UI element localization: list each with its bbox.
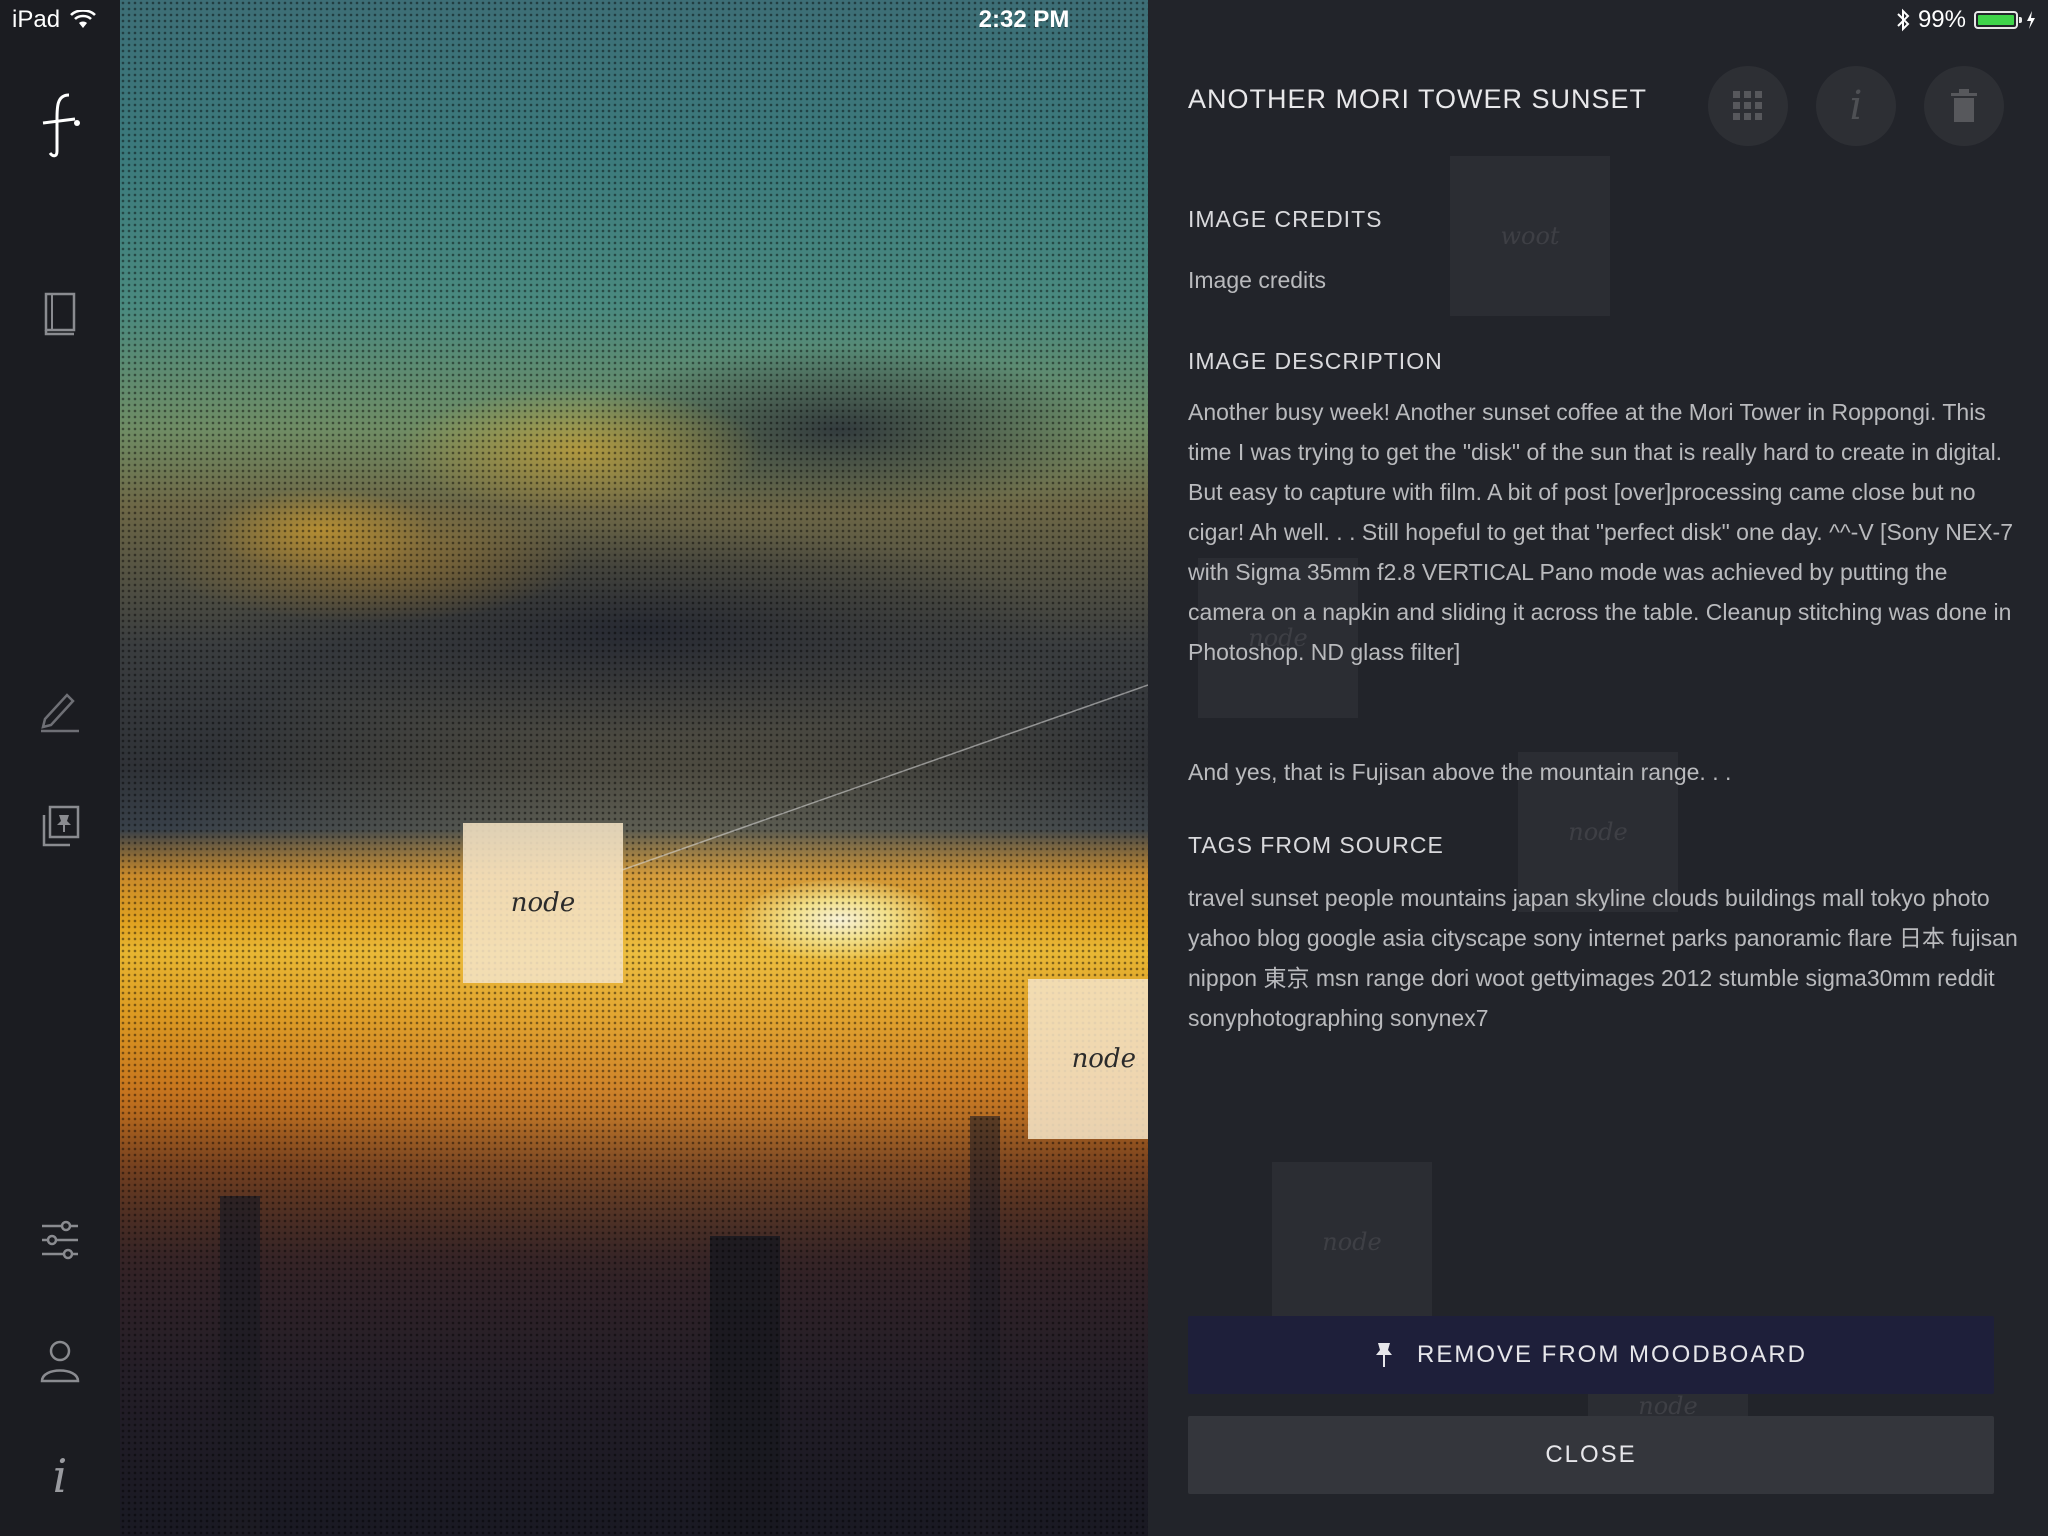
grid-button[interactable]: [1708, 66, 1788, 146]
sliders-glyph: [42, 1220, 78, 1260]
remove-button-label: REMOVE FROM MOODBOARD: [1416, 1341, 1807, 1368]
node-label: node: [510, 888, 576, 918]
pencil-icon[interactable]: [30, 680, 90, 740]
pin-icon: [1375, 1343, 1392, 1367]
fork-logo-icon[interactable]: [30, 93, 90, 158]
description-text: Another busy week! Another sunset coffee…: [1188, 399, 2014, 665]
image-details-panel: woot node node node node i ANOTHER MORI …: [1148, 0, 2048, 1536]
tags-heading: TAGS FROM SOURCE: [1188, 832, 1444, 858]
info-icon: i: [1849, 83, 1863, 129]
book-glyph: [44, 292, 76, 336]
info-icon[interactable]: i: [30, 1446, 90, 1506]
credits-heading: IMAGE CREDITS: [1188, 206, 1383, 232]
node-card[interactable]: node: [1028, 979, 1148, 1139]
ghost-node-label: node: [1322, 1228, 1382, 1256]
status-time: 2:32 PM: [978, 6, 1070, 33]
ghost-node-label: node: [1568, 818, 1628, 846]
ghost-node-label: woot: [1500, 222, 1560, 250]
photo-dot-overlay: [120, 0, 1148, 1536]
pinned-stack-icon[interactable]: [30, 796, 90, 856]
node-label: node: [1071, 1044, 1136, 1074]
tags-list: travel sunset people mountains japan sky…: [1188, 885, 2018, 1031]
image-title: ANOTHER MORI TOWER SUNSET: [1188, 84, 1648, 114]
battery-icon: [1974, 11, 2022, 29]
book-icon[interactable]: [30, 284, 90, 344]
user-glyph: [40, 1340, 80, 1383]
battery-fill: [1978, 15, 2014, 25]
pinned-stack-glyph: [42, 805, 80, 847]
description-heading: IMAGE DESCRIPTION: [1188, 348, 1443, 374]
trash-icon: [1951, 89, 1977, 122]
sliders-icon[interactable]: [30, 1210, 90, 1270]
remove-from-moodboard-button[interactable]: REMOVE FROM MOODBOARD: [1188, 1316, 1994, 1394]
ghost-node: node: [1272, 1162, 1432, 1322]
close-button[interactable]: CLOSE: [1188, 1416, 1994, 1494]
bluetooth-icon: [1897, 8, 1910, 32]
info-button[interactable]: i: [1816, 66, 1896, 146]
photo-view: [120, 0, 1148, 1536]
status-bar: iPad 2:32 PM 99%: [0, 0, 2048, 40]
grid-icon: [1733, 91, 1762, 120]
battery-percent: 99%: [1917, 6, 1966, 33]
description-footnote: And yes, that is Fujisan above the mount…: [1188, 759, 1732, 785]
trash-button[interactable]: [1924, 66, 2004, 146]
node-card[interactable]: node: [463, 823, 623, 983]
credits-value: Image credits: [1188, 267, 1327, 293]
user-icon[interactable]: [30, 1330, 90, 1390]
nav-rail: i: [0, 0, 120, 1536]
fork-logo-glyph: [42, 93, 80, 158]
battery-tip: [2019, 17, 2022, 23]
close-button-label: CLOSE: [1545, 1441, 1637, 1468]
pencil-glyph: [41, 693, 79, 733]
charging-icon: [2027, 11, 2035, 29]
